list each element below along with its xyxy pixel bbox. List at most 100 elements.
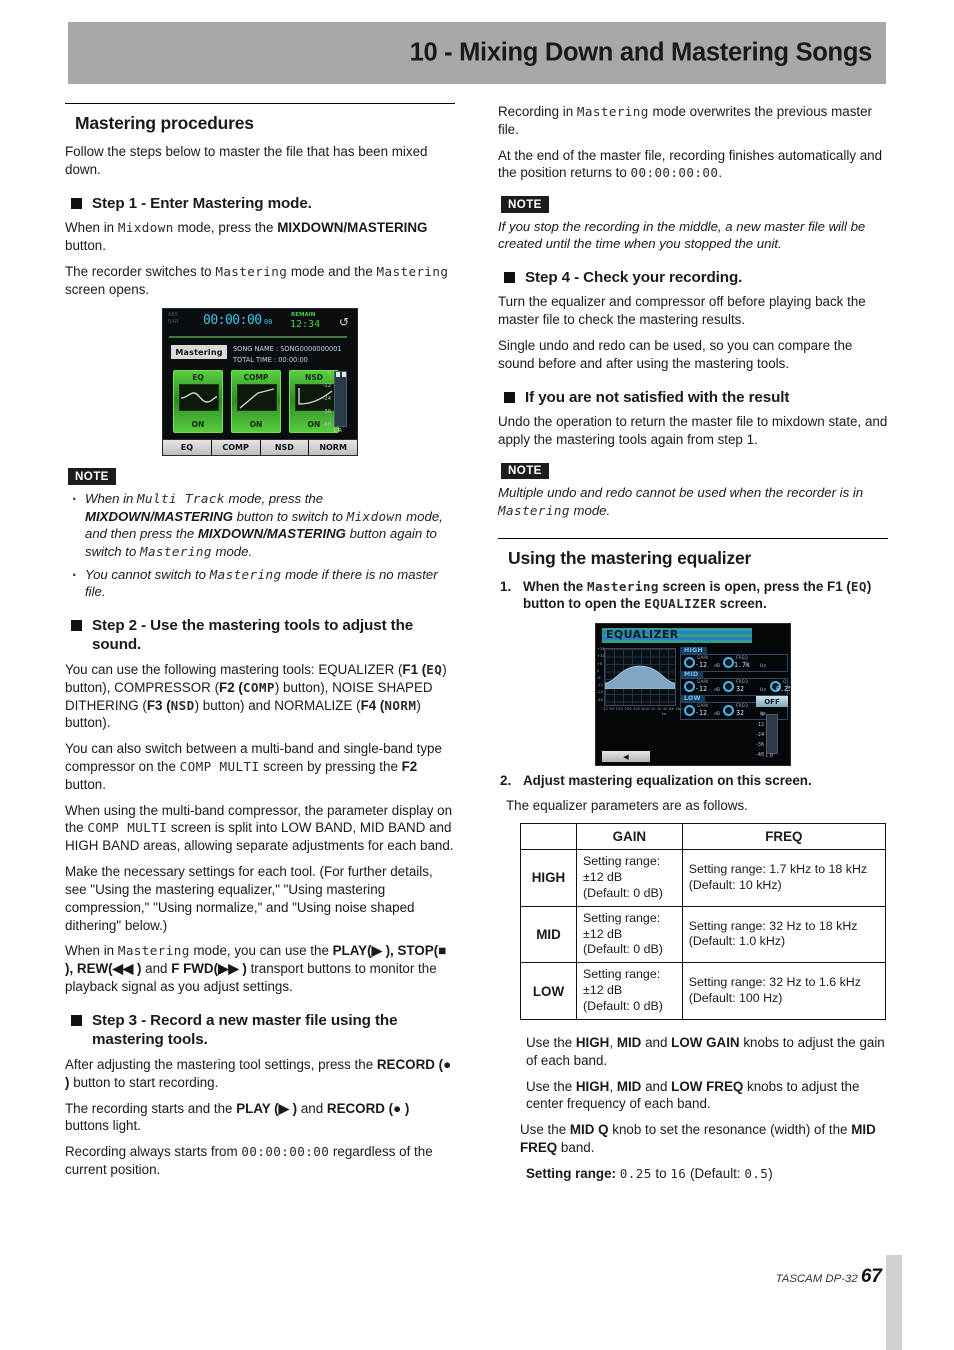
table-cell-high-freq: Setting range: 1.7 kHz to 18 kHz (Defaul… — [681, 849, 887, 907]
meter-lr-label: L R — [334, 428, 342, 435]
table-header-row: GAIN FREQ — [520, 822, 887, 851]
lcd-remain-label: REMAIN — [291, 312, 316, 319]
meter-tick: 0 — [760, 713, 764, 719]
lcd-term: Mixdown — [346, 508, 403, 524]
note-item: You cannot switch to Mastering mode if t… — [65, 561, 455, 601]
step-4-paragraph-1: Turn the equalizer and compressor off be… — [498, 294, 866, 328]
text-fragment: and — [641, 1078, 672, 1094]
eq-off-button[interactable]: OFF — [756, 696, 788, 708]
lcd-term: Mastering — [215, 263, 288, 279]
eq-response-graph — [604, 648, 676, 707]
post-table-paragraph-1: Use the HIGH, MID and LOW GAIN knobs to … — [526, 1034, 888, 1070]
lcd-song-name: SONG NAME : SONG0000000001 — [233, 345, 342, 354]
manual-page: 10 - Mixing Down and Mastering Songs Mas… — [0, 0, 954, 1350]
lcd-tool-comp: COMP ON — [231, 370, 281, 434]
table-header-blank — [520, 822, 577, 851]
lcd-divider — [169, 336, 347, 339]
meter-bars — [334, 371, 347, 428]
post-table-notes: Use the HIGH, MID and LOW GAIN knobs to … — [498, 1034, 888, 1183]
equalizer-steps-2: 2. Adjust mastering equalization on this … — [498, 772, 888, 790]
fkey-nsd[interactable]: NSD — [260, 440, 310, 456]
note-block-1: NOTE When in Multi Track mode, press the… — [65, 462, 455, 601]
step-3-paragraph-3: Recording always starts from 00:00:00:00… — [65, 1143, 455, 1179]
footer-page-number: 67 — [860, 1266, 882, 1287]
text-fragment: band. — [557, 1140, 595, 1156]
bar-label: BAR — [168, 318, 179, 325]
lcd-remain-value: 12:34 — [290, 319, 321, 331]
step-2-paragraph-3: When using the multi-band compressor, th… — [65, 802, 455, 855]
fkey-norm[interactable]: NORM — [309, 440, 357, 456]
lcd-term: COMP — [242, 679, 275, 695]
meter-tick: -24 — [756, 733, 764, 739]
button-name: F2 — [219, 679, 235, 695]
y-tick: 0 — [597, 668, 600, 673]
text-fragment: mode, press the — [224, 490, 324, 506]
text-fragment: screen by pressing the — [259, 759, 402, 774]
band-label-low: LOW — [680, 695, 705, 703]
tool-state: ON — [191, 420, 205, 430]
text-fragment: , — [390, 943, 398, 959]
text-fragment: Use the — [520, 1122, 570, 1138]
eq-response-curve — [605, 665, 675, 690]
meter-lr-label: L R — [766, 754, 774, 760]
high-freq-value: 1.7k — [734, 661, 750, 670]
eq-back-button[interactable]: ◀ — [602, 751, 650, 763]
y-tick: +24 — [597, 647, 605, 652]
knob-name: MID — [616, 1034, 642, 1050]
eq-step-1: 1. When the Mastering screen is open, pre… — [498, 578, 888, 614]
fkey-eq[interactable]: EQ — [163, 440, 212, 456]
fkey-comp[interactable]: COMP — [211, 440, 261, 456]
text-fragment: to — [651, 1165, 671, 1181]
tool-name: EQ — [192, 373, 204, 383]
table-cell-high-gain: Setting range: ±12 dB (Default: 0 dB) — [576, 849, 683, 907]
text-fragment: When in — [85, 490, 138, 506]
text-fragment: Use the — [526, 1034, 576, 1050]
left-column: Mastering procedures Follow the steps be… — [65, 103, 455, 1187]
text-fragment: screen opens. — [65, 281, 150, 297]
step-3-paragraph-2: The recording starts and the PLAY (▶ ) a… — [65, 1100, 455, 1136]
mid-gain-value: -12 — [695, 685, 707, 694]
text-fragment: When the — [523, 578, 587, 594]
button-name: F3 — [146, 697, 163, 713]
text-fragment: mode and the — [287, 263, 377, 279]
low-gain-unit: dB — [714, 712, 721, 718]
text-fragment: , — [69, 961, 77, 977]
text-fragment: ( — [162, 697, 171, 713]
list-number: 2. — [500, 773, 512, 789]
low-gain-value: -12 — [695, 709, 707, 718]
knob-name: MID — [616, 1078, 642, 1094]
mid-q-value: 0.25 — [776, 685, 791, 694]
meter-tick: -36 — [322, 408, 331, 415]
text-fragment: button. — [65, 237, 106, 253]
eq-curve-icon — [179, 384, 219, 412]
table-row-label-high: HIGH — [520, 849, 577, 907]
lcd-value-max: 16 — [670, 1165, 687, 1181]
rew-button-name: REW — [76, 961, 109, 977]
right-column: Recording in Mastering mode overwrites t… — [498, 103, 888, 1191]
button-name: F2 — [401, 759, 418, 774]
button-name: MIXDOWN/MASTERING — [197, 526, 346, 542]
eq-params-intro: The equalizer parameters are as follows. — [506, 798, 748, 814]
table-cell-low-gain: Setting range: ±12 dB (Default: 0 dB) — [576, 962, 683, 1020]
y-tick: +6 — [597, 661, 603, 666]
comp-curve-icon — [237, 384, 277, 412]
lcd-term: Mastering — [586, 578, 659, 594]
comp-curve-svg — [239, 388, 275, 409]
note-tag: NOTE — [501, 462, 549, 480]
meter-bar-right — [342, 372, 346, 378]
step-4-paragraph-2: Single undo and redo can be used, so you… — [498, 338, 853, 371]
footer-brand: TASCAM DP-32 — [775, 1273, 858, 1285]
table-header-freq: FREQ — [681, 822, 887, 851]
text-fragment: (Default: — [686, 1165, 745, 1181]
section-title-mastering-procedures: Mastering procedures — [75, 113, 254, 133]
play-button-name: PLAY — [332, 943, 368, 959]
text-fragment: button to start recording. — [69, 1074, 219, 1090]
lcd-term: EQ — [426, 661, 443, 677]
text-fragment: Multiple undo and redo cannot be used wh… — [498, 485, 864, 501]
step-3-paragraph-1: After adjusting the mastering tool setti… — [65, 1056, 455, 1092]
text-fragment: , — [609, 1078, 617, 1094]
rewind-icon: (◀◀ ) — [108, 961, 142, 977]
lcd-term: Mastering — [209, 566, 282, 582]
graph-x-axis-labels: 32 50 100 200 400 800 1k 2k 4k 8k 16k — [603, 707, 683, 712]
lcd-abs-bar-label: ABS BAR — [168, 312, 178, 325]
